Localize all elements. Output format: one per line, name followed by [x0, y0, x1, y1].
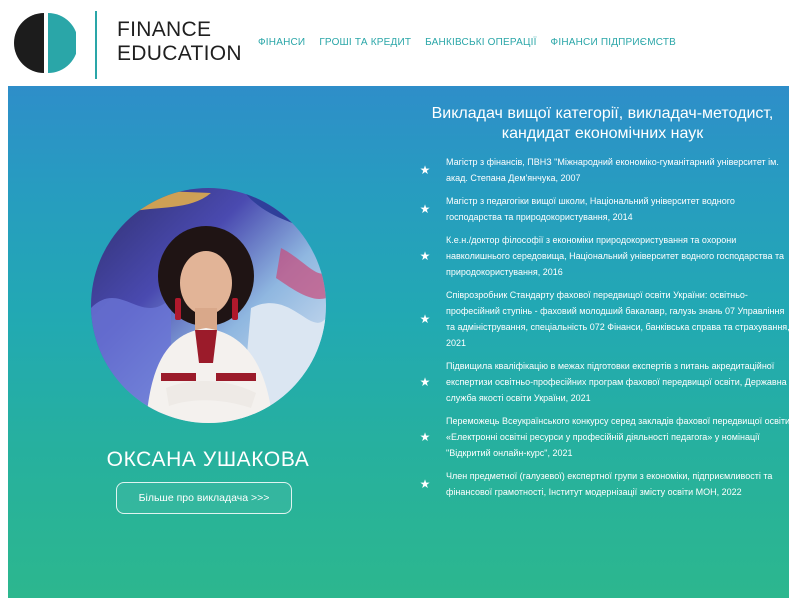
teacher-title: Викладач вищої категорії, викладач-метод… [431, 105, 774, 142]
nav-bankivski-operatsii[interactable]: БАНКІВСЬКІ ОПЕРАЦІЇ [425, 37, 536, 48]
list-item-text: Магістр з педагогіки вищої школи, Націон… [446, 196, 735, 222]
list-item-text: Співрозробник Стандарту фахової передвищ… [446, 290, 789, 348]
list-item: ★ К.е.н./доктор філософії з економіки пр… [418, 232, 789, 280]
main-nav: ФІНАНСИ ГРОШІ ТА КРЕДИТ БАНКІВСЬКІ ОПЕРА… [258, 37, 676, 48]
nav-finansy[interactable]: ФІНАНСИ [258, 37, 305, 48]
logo-divider [95, 11, 97, 79]
logo-icon[interactable] [12, 11, 76, 75]
star-icon: ★ [419, 249, 431, 263]
hero-section: ОКСАНА УШАКОВА Більше про викладача >>> … [8, 86, 789, 598]
nav-groshi-ta-kredyt[interactable]: ГРОШІ ТА КРЕДИТ [319, 37, 411, 48]
list-item-text: К.е.н./доктор філософії з економіки прир… [446, 235, 784, 277]
star-icon: ★ [419, 430, 431, 444]
nav-finansy-pidpryiemstv[interactable]: ФІНАНСИ ПІДПРИЄМСТВ [551, 37, 676, 48]
list-item-text: Переможець Всеукраїнського конкурсу сере… [446, 416, 789, 458]
star-icon: ★ [419, 477, 431, 491]
list-item: ★ Підвищила кваліфікацію в межах підгото… [418, 358, 789, 406]
list-item: ★ Співрозробник Стандарту фахової передв… [418, 287, 789, 351]
teacher-photo [91, 188, 326, 423]
list-item-text: Підвищила кваліфікацію в межах підготовк… [446, 361, 787, 403]
list-item-text: Магістр з фінансів, ПВНЗ "Міжнародний ек… [446, 157, 779, 183]
list-item: ★ Магістр з педагогіки вищої школи, Наці… [418, 193, 789, 225]
logo-text[interactable]: FINANCE EDUCATION [117, 18, 242, 66]
teacher-name: ОКСАНА УШАКОВА [106, 448, 310, 471]
portrait-image [91, 188, 326, 423]
logo-line-2: EDUCATION [117, 42, 242, 65]
list-item: ★ Магістр з фінансів, ПВНЗ "Міжнародний … [418, 154, 789, 186]
star-icon: ★ [419, 202, 431, 216]
site-header: FINANCE EDUCATION ФІНАНСИ ГРОШІ ТА КРЕДИ… [0, 0, 789, 86]
list-item: ★ Переможець Всеукраїнського конкурсу се… [418, 413, 789, 461]
qualifications-list: ★ Магістр з фінансів, ПВНЗ "Міжнародний … [418, 154, 789, 507]
star-icon: ★ [419, 375, 431, 389]
more-about-teacher-button[interactable]: Більше про викладача >>> [116, 482, 292, 514]
star-icon: ★ [419, 163, 431, 177]
list-item: ★ Член предметної (галузевої) експертної… [418, 468, 789, 500]
list-item-text: Член предметної (галузевої) експертної г… [446, 471, 773, 497]
star-icon: ★ [419, 312, 431, 326]
logo-line-1: FINANCE [117, 18, 212, 41]
